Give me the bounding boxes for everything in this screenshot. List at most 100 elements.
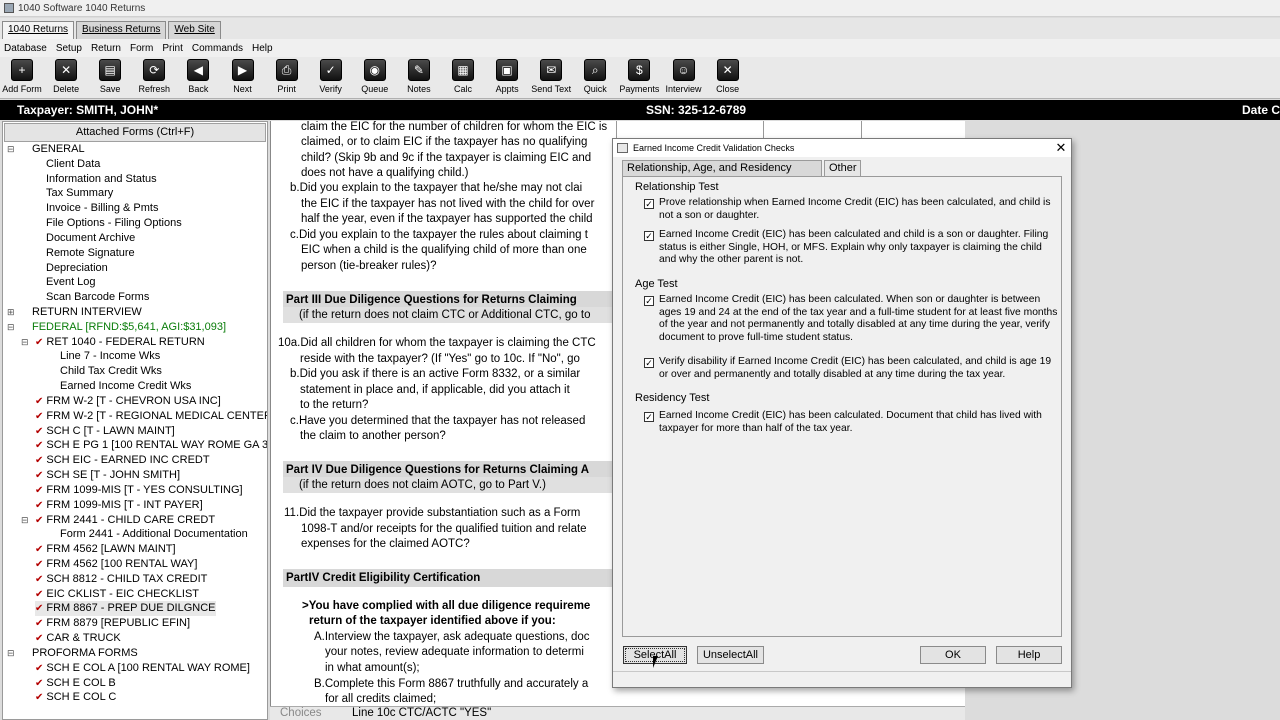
tab-1040-returns[interactable]: 1040 Returns [2, 21, 75, 39]
validation-checkbox[interactable]: ✓ [644, 231, 654, 241]
unselect-all-button[interactable]: UnselectAll [697, 646, 764, 664]
tree-item[interactable]: ✔ FRM 2441 - CHILD CARE CREDT [35, 513, 215, 528]
tree-item[interactable]: Information and Status [46, 172, 157, 187]
add-form-button[interactable]: + Add Form [0, 59, 44, 97]
menu-return[interactable]: Return [91, 43, 121, 54]
form-question-text: return of the taxpayer identified above … [309, 615, 556, 627]
tree-item[interactable]: FEDERAL [RFND:$5,641, AGI:$31,093] [32, 320, 226, 335]
tree-item[interactable]: ✔ SCH 8812 - CHILD TAX CREDIT [35, 572, 207, 587]
document-grid-header [616, 121, 965, 139]
back-button[interactable]: ◀ Back [176, 59, 220, 97]
tree-item[interactable]: Child Tax Credit Wks [60, 364, 162, 379]
refresh-button[interactable]: ⟳ Refresh [132, 59, 176, 97]
quick-button[interactable]: ⌕ Quick [573, 59, 617, 97]
send-text-button[interactable]: ✉ Send Text [529, 59, 573, 97]
tree-item[interactable]: ✔ SCH C [T - LAWN MAINT] [35, 424, 175, 439]
checkmark-icon: ✔ [35, 603, 44, 615]
tree-item[interactable]: ✔ SCH E COL A [100 RENTAL WAY ROME] [35, 661, 250, 676]
tree-item[interactable]: Earned Income Credit Wks [60, 379, 191, 394]
validation-checkbox[interactable]: ✓ [644, 199, 654, 209]
delete-button[interactable]: ✕ Delete [44, 59, 88, 97]
tree-item[interactable]: ✔ RET 1040 - FEDERAL RETURN [35, 335, 205, 350]
tree-item[interactable]: ✔ FRM 4562 [LAWN MAINT] [35, 542, 176, 557]
menu-setup[interactable]: Setup [56, 43, 82, 54]
close-button[interactable]: ✕ Close [706, 59, 750, 97]
toolbar-label: Close [716, 84, 740, 94]
notes-icon: ✎ [407, 59, 430, 81]
tree-item-label: SCH E COL B [46, 676, 116, 689]
tree-item[interactable]: ✔ FRM 8867 - PREP DUE DILGNCE [35, 601, 216, 617]
tree-item[interactable]: Invoice - Billing & Pmts [46, 201, 158, 216]
print-button[interactable]: ⎙ Print [265, 59, 309, 97]
toolbar-label: Calc [453, 84, 472, 94]
form-question-text: EIC when a child is the qualifying child… [301, 244, 587, 256]
tree-item-label: Client Data [46, 157, 101, 170]
calc-button[interactable]: ▦ Calc [441, 59, 485, 97]
tree-item[interactable]: File Options - Filing Options [46, 216, 182, 231]
tree-item[interactable]: ✔ EIC CKLIST - EIC CHECKLIST [35, 587, 199, 602]
checkmark-icon: ✔ [35, 440, 44, 452]
tree-item[interactable]: Remote Signature [46, 246, 135, 261]
tree-expander-icon[interactable]: ⊟ [21, 337, 29, 348]
tree-item[interactable]: Scan Barcode Forms [46, 290, 149, 305]
tree-item-label: Depreciation [46, 261, 108, 274]
tree-item[interactable]: ✔ FRM 1099-MIS [T - YES CONSULTING] [35, 483, 243, 498]
tree-item[interactable]: ✔ SCH E PG 1 [100 RENTAL WAY ROME GA 30 [35, 438, 267, 453]
tree-expander-icon[interactable]: ⊟ [7, 322, 15, 333]
verify-button[interactable]: ✓ Verify [309, 59, 353, 97]
tree-item[interactable]: Depreciation [46, 261, 108, 276]
tab-other[interactable]: Other [824, 160, 861, 176]
tree-item[interactable]: ✔ FRM 1099-MIS [T - INT PAYER] [35, 498, 203, 513]
tree-expander-icon[interactable]: ⊟ [7, 648, 15, 659]
queue-button[interactable]: ◉ Queue [353, 59, 397, 97]
tree-expander-icon[interactable]: ⊟ [7, 144, 15, 155]
tree-item[interactable]: RETURN INTERVIEW [32, 305, 142, 320]
interview-button[interactable]: ☺ Interview [662, 59, 706, 97]
tree-item[interactable]: Document Archive [46, 231, 135, 246]
tree-item[interactable]: GENERAL [32, 142, 85, 157]
help-button[interactable]: Help [996, 646, 1062, 664]
tree-item[interactable]: Form 2441 - Additional Documentation [60, 527, 248, 542]
tree-expander-icon[interactable]: ⊞ [7, 307, 15, 318]
tab-business-returns[interactable]: Business Returns [76, 21, 167, 39]
tree-item[interactable]: Line 7 - Income Wks [60, 349, 160, 364]
tree-item[interactable]: ✔ SCH E COL C [35, 690, 116, 705]
tree-item[interactable]: ✔ CAR & TRUCK [35, 631, 121, 646]
menu-commands[interactable]: Commands [192, 43, 243, 54]
form-question-text: A.Interview the taxpayer, ask adequate q… [314, 631, 590, 643]
send-text-icon: ✉ [540, 59, 563, 81]
tree-item[interactable]: Event Log [46, 275, 96, 290]
validation-checkbox[interactable]: ✓ [644, 412, 654, 422]
notes-button[interactable]: ✎ Notes [397, 59, 441, 97]
menu-database[interactable]: Database [4, 43, 47, 54]
tree-item[interactable]: ✔ SCH EIC - EARNED INC CREDT [35, 453, 210, 468]
payments-button[interactable]: $ Payments [617, 59, 661, 97]
tab-relationship-age-residency[interactable]: Relationship, Age, and Residency Tests [622, 160, 822, 189]
tree-item[interactable]: ✔ FRM 4562 [100 RENTAL WAY] [35, 557, 197, 572]
tree-item[interactable]: ✔ SCH SE [T - JOHN SMITH] [35, 468, 180, 483]
tree-item[interactable]: ✔ SCH E COL B [35, 676, 116, 691]
appts-button[interactable]: ▣ Appts [485, 59, 529, 97]
tree-item[interactable]: PROFORMA FORMS [32, 646, 138, 661]
menu-help[interactable]: Help [252, 43, 273, 54]
tree-item[interactable]: ✔ FRM W-2 [T - CHEVRON USA INC] [35, 394, 221, 409]
attached-forms-button[interactable]: Attached Forms (Ctrl+F) [4, 123, 266, 142]
tree-expander-icon[interactable]: ⊟ [21, 515, 29, 526]
tree-item[interactable]: ✔ FRM W-2 [T - REGIONAL MEDICAL CENTER [35, 409, 267, 424]
checkmark-icon: ✔ [35, 514, 44, 526]
tree-item[interactable]: Client Data [46, 157, 100, 172]
toolbar-label: Print [277, 84, 296, 94]
section-header: PartIV Credit Eligibility Certification [283, 569, 623, 587]
menu-form[interactable]: Form [130, 43, 153, 54]
dialog-close-icon[interactable]: ✕ [1053, 140, 1069, 156]
validation-checkbox[interactable]: ✓ [644, 358, 654, 368]
checkmark-icon: ✔ [35, 425, 44, 437]
tab-web-site[interactable]: Web Site [168, 21, 221, 39]
menu-print[interactable]: Print [162, 43, 183, 54]
next-button[interactable]: ▶ Next [221, 59, 265, 97]
tree-item[interactable]: ✔ FRM 8879 [REPUBLIC EFIN] [35, 616, 190, 631]
ok-button[interactable]: OK [920, 646, 986, 664]
validation-checkbox[interactable]: ✓ [644, 296, 654, 306]
tree-item[interactable]: Tax Summary [46, 186, 113, 201]
save-button[interactable]: ▤ Save [88, 59, 132, 97]
